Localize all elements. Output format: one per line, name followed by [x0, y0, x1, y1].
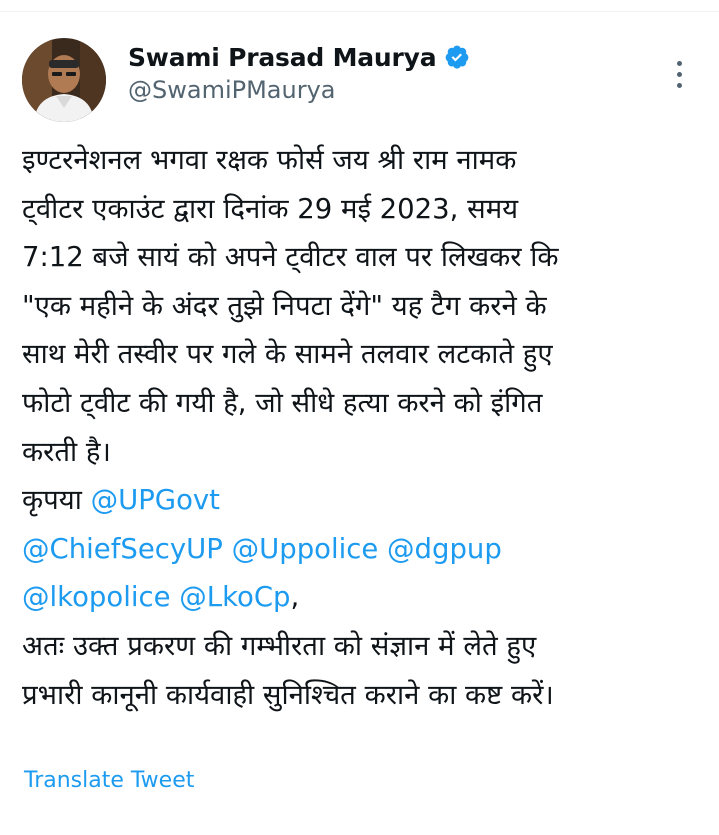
mention-uppolice[interactable]: @Uppolice — [232, 533, 379, 565]
tweet-line: 7:12 बजे सायं को अपने ट्वीटर वाल पर लिखक… — [22, 241, 559, 274]
avatar[interactable] — [22, 38, 106, 122]
kripya-line: कृपया @UPGovt — [22, 476, 702, 525]
author-name-row: Swami Prasad Maurya — [128, 40, 470, 74]
tweet-line: ट्वीटर एकाउंट द्वारा दिनांक 29 मई 2023, … — [22, 192, 519, 225]
comma: , — [290, 581, 300, 614]
more-options-icon[interactable] — [664, 54, 694, 94]
mention-lkopolice[interactable]: @lkopolice — [22, 581, 171, 613]
tweet-line: साथ मेरी तस्वीर पर गले के सामने तलवार लट… — [22, 338, 553, 371]
kripya-label: कृपया — [22, 484, 82, 517]
mention-chiefsecyup[interactable]: @ChiefSecyUP — [22, 533, 223, 565]
mention-upgovt[interactable]: @UPGovt — [91, 484, 220, 516]
tweet-line: प्रभारी कानूनी कार्यवाही सुनिश्चित कराने… — [22, 678, 554, 711]
tweet-line: फोटो ट्वीट की गयी है, जो सीधे हत्या करने… — [22, 386, 543, 419]
mention-lkocp[interactable]: @LkoCp — [179, 581, 290, 613]
tweet-line: अतः उक्त प्रकरण की गम्भीरता को संज्ञान म… — [22, 629, 537, 662]
verified-badge-icon — [444, 44, 470, 70]
mention-dgpup[interactable]: @dgpup — [387, 533, 502, 565]
author-display-name[interactable]: Swami Prasad Maurya — [128, 43, 437, 72]
mentions-line: @lkopolice @LkoCp, — [22, 573, 702, 622]
tweet-card: Swami Prasad Maurya @SwamiPMaurya इण्टरन… — [0, 12, 719, 835]
mentions-line: @ChiefSecyUP @Uppolice @dgpup — [22, 525, 702, 574]
top-divider — [0, 0, 719, 12]
tweet-line: "एक महीने के अंदर तुझे निपटा देंगे" यह ट… — [22, 289, 547, 322]
translate-tweet-link[interactable]: Translate Tweet — [24, 768, 194, 793]
avatar-photo — [22, 38, 106, 122]
tweet-line: इण्टरनेशनल भगवा रक्षक फोर्स जय श्री राम … — [22, 144, 517, 176]
author-handle[interactable]: @SwamiPMaurya — [128, 76, 336, 104]
tweet-line: करती है। — [22, 435, 111, 468]
tweet-text: इण्टरनेशनल भगवा रक्षक फोर्स जय श्री राम … — [22, 136, 702, 719]
